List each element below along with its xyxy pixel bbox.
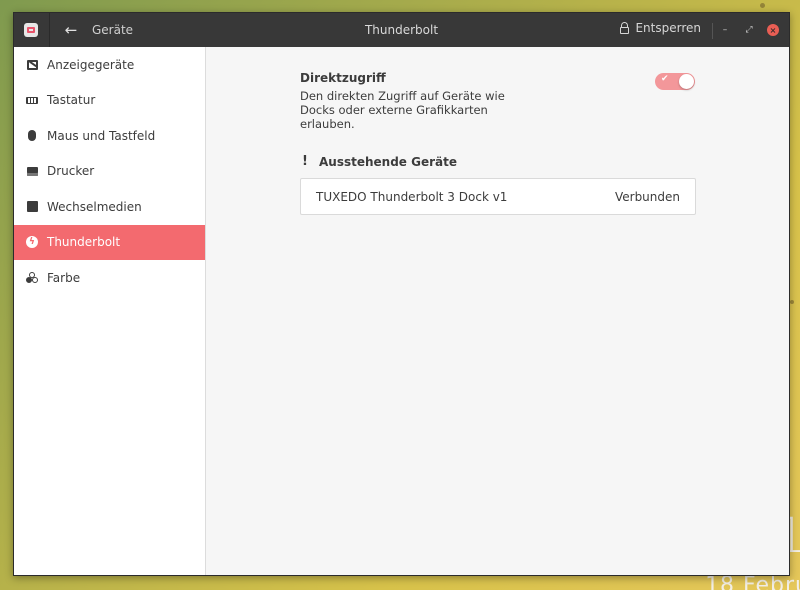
maximize-icon: ⤢ [745, 25, 753, 35]
switch-knob [679, 74, 694, 89]
sidebar-item-label: Drucker [47, 164, 95, 179]
sidebar-item-thunderbolt[interactable]: ϟ Thunderbolt [14, 224, 205, 260]
direct-access-title: Direktzugriff [300, 71, 386, 85]
pending-devices-heading: ! Ausstehende Geräte [300, 154, 696, 169]
color-icon [26, 271, 38, 284]
keyboard-icon [26, 94, 38, 106]
back-button[interactable]: ← [56, 13, 86, 47]
sidebar-item-mouse-touchpad[interactable]: Maus und Tastfeld [14, 118, 205, 154]
thunderbolt-icon: ϟ [26, 236, 38, 249]
unlock-label: Entsperren [635, 21, 701, 35]
section-title: Geräte [92, 23, 134, 37]
display-icon [26, 59, 38, 71]
sidebar-item-color[interactable]: Farbe [14, 260, 205, 296]
device-name: TUXEDO Thunderbolt 3 Dock v1 [316, 189, 508, 204]
headerbar-separator [712, 23, 713, 39]
removable-media-icon [26, 201, 38, 213]
sidebar-item-label: Thunderbolt [47, 235, 121, 250]
sidebar-item-label: Anzeigegeräte [47, 57, 135, 72]
sidebar-item-printers[interactable]: Drucker [14, 154, 205, 190]
device-status: Verbunden [614, 189, 680, 204]
direct-access-switch[interactable]: ✔ [655, 73, 695, 90]
sidebar-item-label: Tastatur [47, 93, 96, 108]
close-button[interactable]: × [765, 22, 781, 38]
headerbar: ← Geräte Thunderbolt Entsperren – ⤢ × [14, 13, 789, 47]
settings-window: ← Geräte Thunderbolt Entsperren – ⤢ × An… [13, 12, 790, 576]
direct-access-description: Den direkten Zugriff auf Geräte wie Dock… [300, 89, 505, 131]
mouse-icon [26, 130, 38, 142]
maximize-button[interactable]: ⤢ [741, 22, 757, 38]
pending-devices-label: Ausstehende Geräte [319, 154, 457, 169]
check-icon: ✔ [661, 74, 669, 84]
arrow-left-icon: ← [64, 21, 78, 39]
minimize-icon: – [722, 25, 728, 35]
sidebar-item-label: Wechselmedien [47, 199, 142, 214]
sidebar-item-keyboard[interactable]: Tastatur [14, 83, 205, 119]
printer-icon [26, 165, 38, 177]
direct-access-row: Direktzugriff Den direkten Zugriff auf G… [300, 71, 696, 131]
settings-app-icon [24, 23, 38, 37]
sidebar-item-displays[interactable]: Anzeigegeräte [14, 47, 205, 83]
headerbar-separator [49, 13, 50, 47]
close-icon: × [767, 24, 779, 36]
minimize-button[interactable]: – [717, 22, 733, 38]
lock-icon [620, 22, 630, 34]
sidebar: Anzeigegeräte Tastatur Maus und Tastfeld… [14, 47, 206, 575]
sidebar-item-label: Farbe [47, 270, 81, 285]
list-item[interactable]: TUXEDO Thunderbolt 3 Dock v1 Verbunden [300, 178, 696, 215]
sidebar-item-label: Maus und Tastfeld [47, 128, 156, 143]
unlock-button[interactable]: Entsperren [620, 21, 701, 35]
sidebar-item-removable-media[interactable]: Wechselmedien [14, 189, 205, 225]
exclamation-icon: ! [302, 154, 308, 169]
main-panel: Direktzugriff Den direkten Zugriff auf G… [206, 47, 789, 575]
